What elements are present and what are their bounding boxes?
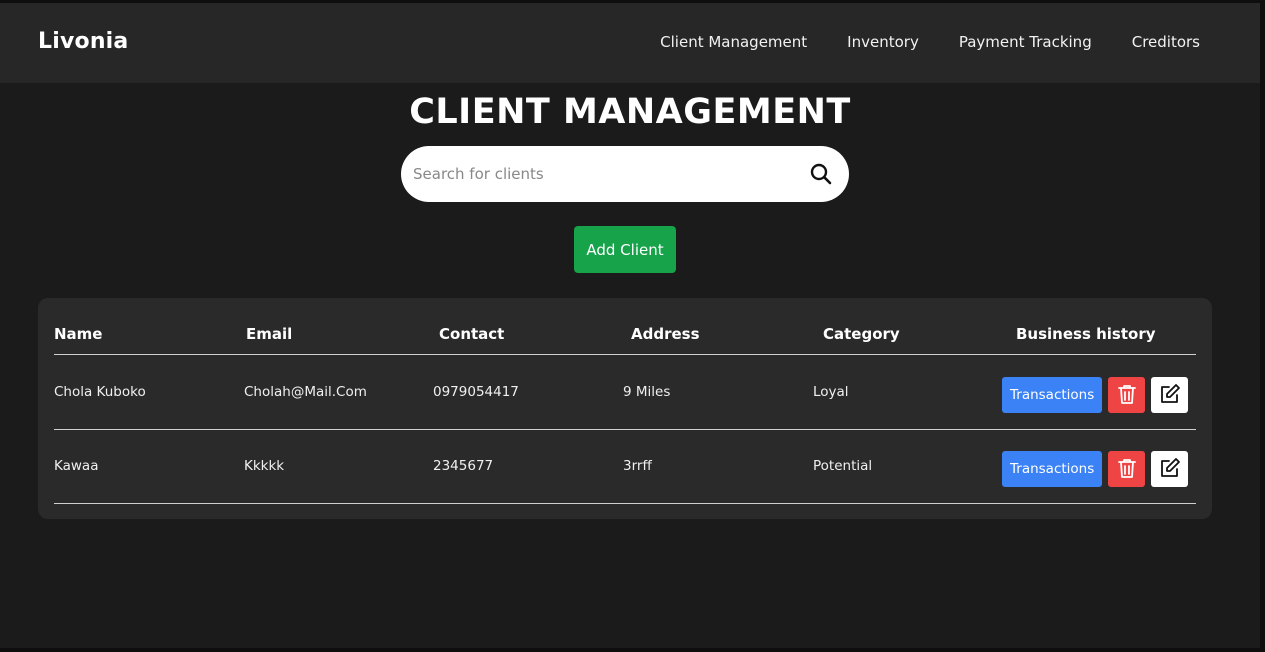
column-header-name: Name (54, 325, 103, 343)
brand-logo[interactable]: Livonia (38, 29, 128, 54)
clients-table: Name Email Contact Address Category Busi… (38, 298, 1212, 519)
trash-icon (1117, 383, 1137, 408)
nav-links: Client Management Inventory Payment Trac… (660, 33, 1200, 51)
cell-category: Potential (813, 458, 873, 474)
cell-name: Kawaa (54, 458, 99, 474)
cell-category: Loyal (813, 384, 849, 400)
search-input[interactable] (401, 146, 793, 202)
transactions-button[interactable]: Transactions (1002, 377, 1103, 413)
nav-link-payment-tracking[interactable]: Payment Tracking (959, 33, 1092, 51)
cell-name: Chola Kuboko (54, 384, 146, 400)
navbar: Livonia Client Management Inventory Paym… (0, 3, 1260, 83)
cell-address: 3rrff (623, 458, 652, 474)
page-title: CLIENT MANAGEMENT (409, 92, 851, 132)
column-header-address: Address (631, 325, 700, 343)
edit-button[interactable] (1151, 451, 1189, 487)
transactions-button[interactable]: Transactions (1002, 451, 1103, 487)
add-client-button[interactable]: Add Client (574, 226, 676, 273)
nav-link-client-management[interactable]: Client Management (660, 33, 807, 51)
app-frame: Livonia Client Management Inventory Paym… (0, 0, 1265, 652)
table-header: Name Email Contact Address Category Busi… (54, 298, 1196, 355)
delete-button[interactable] (1108, 377, 1146, 413)
cell-email: Cholah@Mail.Com (244, 384, 367, 400)
edit-icon (1159, 457, 1181, 482)
edit-button[interactable] (1151, 377, 1189, 413)
cell-address: 9 Miles (623, 384, 671, 400)
trash-icon (1117, 457, 1137, 482)
delete-button[interactable] (1108, 451, 1146, 487)
row-actions: Transactions (1002, 377, 1189, 413)
search-bar (401, 146, 849, 202)
row-actions: Transactions (1002, 451, 1189, 487)
nav-link-inventory[interactable]: Inventory (847, 33, 919, 51)
column-header-business-history: Business history (1016, 325, 1156, 343)
column-header-contact: Contact (439, 325, 505, 343)
table-row: Kawaa Kkkkk 2345677 3rrff Potential Tran… (54, 430, 1196, 504)
cell-email: Kkkkk (244, 458, 285, 474)
cell-contact: 2345677 (433, 458, 494, 474)
search-icon[interactable] (793, 146, 849, 202)
column-header-email: Email (246, 325, 293, 343)
table-row: Chola Kuboko Cholah@Mail.Com 0979054417 … (54, 356, 1196, 430)
edit-icon (1159, 383, 1181, 408)
column-header-category: Category (823, 325, 900, 343)
cell-contact: 0979054417 (433, 384, 519, 400)
nav-link-creditors[interactable]: Creditors (1132, 33, 1200, 51)
